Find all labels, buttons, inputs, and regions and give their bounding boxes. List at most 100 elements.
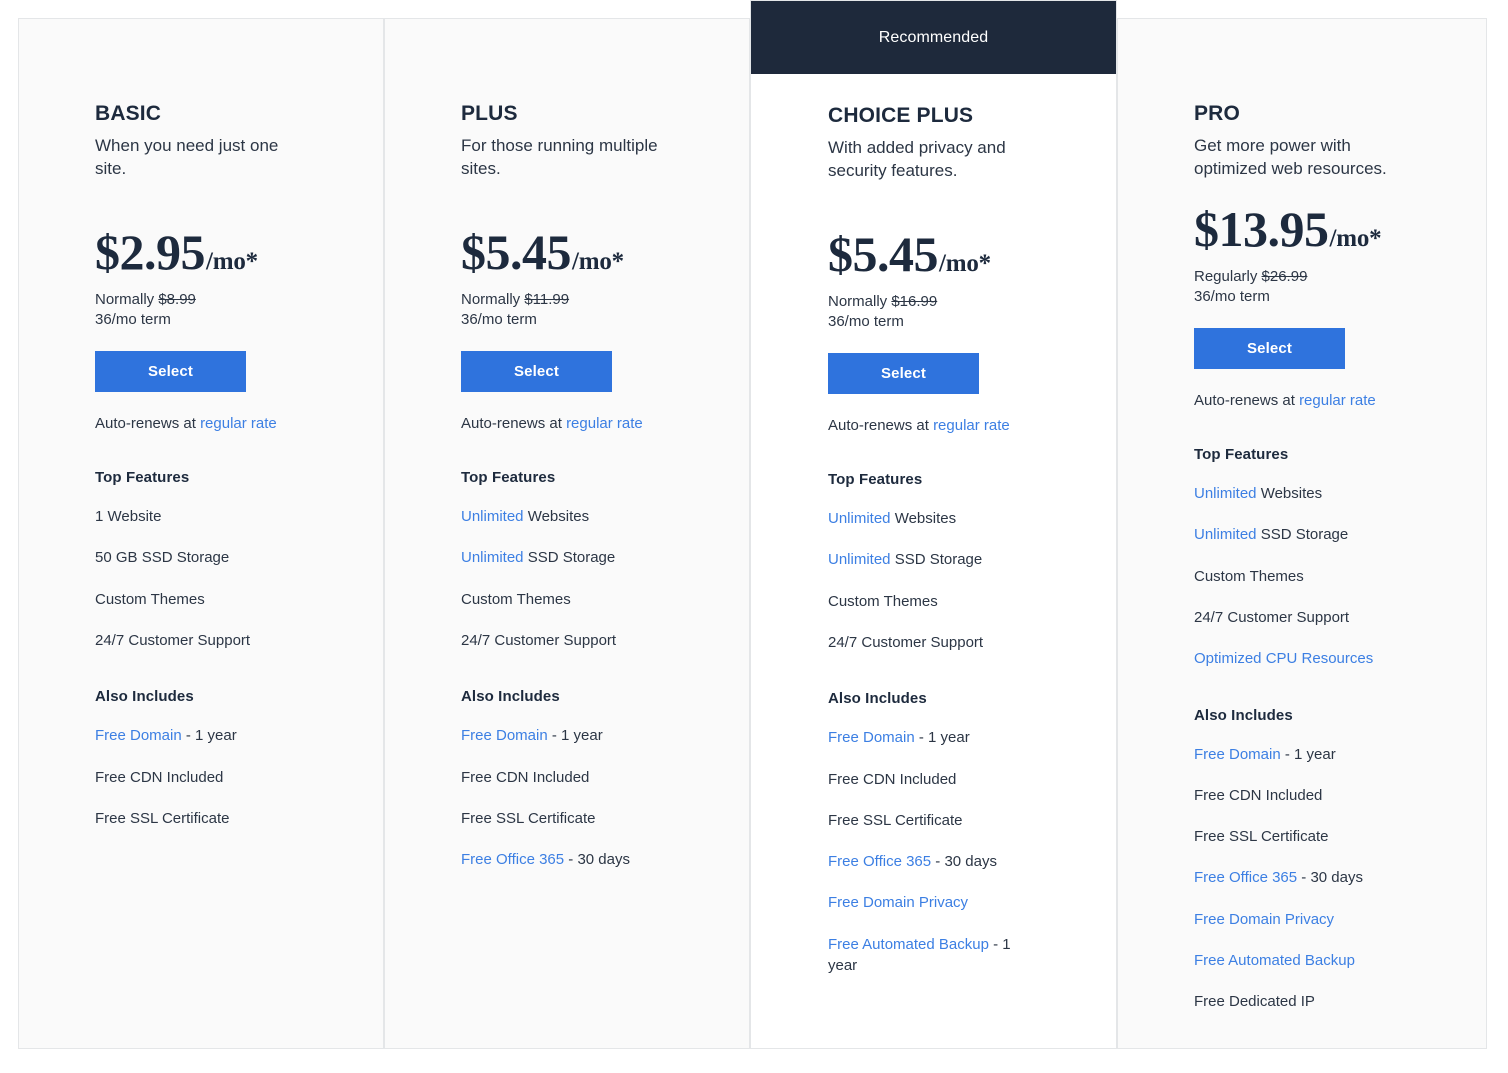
feature-highlight-link[interactable]: Free Domain Privacy bbox=[828, 894, 968, 911]
select-button[interactable]: Select bbox=[461, 351, 612, 393]
feature-highlight-link[interactable]: Free Automated Backup bbox=[1194, 952, 1355, 969]
regular-rate-link[interactable]: regular rate bbox=[200, 415, 277, 432]
feature-highlight-link[interactable]: Free Domain bbox=[828, 729, 915, 746]
feature-text: - 1 year bbox=[914, 729, 970, 747]
feature-text: 24/7 Customer Support bbox=[95, 631, 251, 649]
price-period: /mo* bbox=[1329, 224, 1382, 252]
plan-price: $2.95/mo* bbox=[95, 227, 353, 277]
term-label: 36/mo term bbox=[95, 311, 171, 329]
feature-text: 24/7 Customer Support bbox=[461, 631, 617, 649]
feature-text: Free CDN Included bbox=[828, 770, 957, 788]
original-price-line: Normally $11.99 bbox=[461, 290, 719, 311]
original-price-prefix: Normally bbox=[95, 290, 159, 308]
feature-item: 50 GB SSD Storage bbox=[95, 547, 310, 568]
feature-item: Unlimited SSD Storage bbox=[828, 549, 1043, 570]
feature-item: Free Domain - 1 year bbox=[828, 727, 1043, 748]
feature-text: Websites bbox=[523, 508, 590, 526]
original-price-value: $8.99 bbox=[158, 290, 196, 308]
original-price-prefix: Normally bbox=[461, 290, 525, 308]
auto-renew-prefix: Auto-renews at bbox=[461, 415, 567, 433]
plan-tagline: For those running multiple sites. bbox=[461, 136, 658, 179]
select-button[interactable]: Select bbox=[828, 353, 979, 395]
auto-renew-note: Auto-renews at regular rate bbox=[828, 417, 1086, 434]
top-features-group: Top Features Unlimited Websites Unlimited … bbox=[828, 471, 1086, 653]
auto-renew-note: Auto-renews at regular rate bbox=[461, 415, 719, 432]
feature-text: 24/7 Customer Support bbox=[1194, 608, 1350, 626]
feature-item: 24/7 Customer Support bbox=[461, 630, 676, 651]
price-block: $13.95/mo* Regularly $26.99 36/mo term Sele… bbox=[1194, 204, 1456, 409]
feature-highlight-link[interactable]: Optimized CPU Resources bbox=[1194, 650, 1373, 667]
feature-item: Free Domain Privacy bbox=[1194, 909, 1409, 930]
feature-item: Free CDN Included bbox=[95, 767, 310, 788]
price-block: $5.45/mo* Normally $16.99 36/mo term Select… bbox=[828, 229, 1086, 434]
feature-text: - 1 year bbox=[1280, 745, 1336, 763]
also-includes-heading: Also Includes bbox=[461, 688, 560, 706]
plan-tagline: Get more power with optimized web resour… bbox=[1194, 136, 1387, 179]
feature-item: Custom Themes bbox=[461, 589, 676, 610]
auto-renew-note: Auto-renews at regular rate bbox=[1194, 392, 1456, 409]
plan-name: CHOICE PLUS bbox=[828, 104, 974, 127]
feature-highlight-link[interactable]: Free Office 365 bbox=[461, 851, 564, 868]
feature-highlight-link[interactable]: Unlimited bbox=[461, 508, 524, 525]
feature-highlight-link[interactable]: Free Domain bbox=[95, 727, 182, 744]
original-price-value: $11.99 bbox=[524, 290, 570, 308]
original-price-value: $26.99 bbox=[1261, 267, 1308, 285]
feature-item: 24/7 Customer Support bbox=[95, 630, 310, 651]
feature-item: Free CDN Included bbox=[461, 767, 676, 788]
feature-highlight-link[interactable]: Unlimited bbox=[828, 510, 891, 527]
feature-text: Free SSL Certificate bbox=[95, 809, 230, 827]
feature-highlight-link[interactable]: Free Office 365 bbox=[1194, 869, 1297, 886]
regular-rate-link[interactable]: regular rate bbox=[566, 415, 643, 432]
plan-name: BASIC bbox=[95, 102, 162, 125]
feature-text: Custom Themes bbox=[1194, 567, 1304, 585]
also-includes-heading: Also Includes bbox=[1194, 706, 1293, 724]
price-period: /mo* bbox=[572, 247, 624, 275]
feature-item: Free SSL Certificate bbox=[95, 808, 310, 829]
select-button[interactable]: Select bbox=[1194, 328, 1345, 370]
feature-text: - 30 days bbox=[564, 851, 630, 869]
feature-item: Free Office 365 - 30 days bbox=[461, 849, 676, 870]
original-price-prefix: Normally bbox=[828, 292, 892, 310]
feature-item: Unlimited Websites bbox=[1194, 483, 1409, 504]
feature-text: - 1 year bbox=[181, 727, 237, 745]
plan-card-choice-plus: Recommended CHOICE PLUS With added privacy… bbox=[750, 0, 1117, 1049]
feature-highlight-link[interactable]: Unlimited bbox=[461, 549, 524, 566]
feature-text: Free SSL Certificate bbox=[1194, 828, 1329, 846]
feature-item: Unlimited Websites bbox=[461, 506, 676, 527]
plan-price: $13.95/mo* bbox=[1194, 204, 1456, 254]
plan-name: PLUS bbox=[461, 102, 518, 125]
term-label: 36/mo term bbox=[1194, 288, 1270, 306]
plan-card-pro: PRO Get more power with optimized web res… bbox=[1117, 18, 1487, 1049]
feature-highlight-link[interactable]: Free Domain Privacy bbox=[1194, 911, 1334, 928]
recommended-banner: Recommended bbox=[751, 1, 1116, 74]
original-price-line: Normally $16.99 bbox=[828, 292, 1086, 313]
price-amount: $5.45 bbox=[828, 225, 939, 282]
price-amount: $5.45 bbox=[461, 223, 572, 280]
feature-highlight-link[interactable]: Free Domain bbox=[461, 727, 548, 744]
select-button[interactable]: Select bbox=[95, 351, 246, 393]
feature-item: Unlimited Websites bbox=[828, 508, 1043, 529]
feature-text: Custom Themes bbox=[461, 590, 571, 608]
price-block: $5.45/mo* Normally $11.99 36/mo term Select… bbox=[461, 227, 719, 432]
also-includes-heading: Also Includes bbox=[828, 690, 927, 708]
feature-text: Custom Themes bbox=[828, 592, 938, 610]
plan-card-body: PRO Get more power with optimized web res… bbox=[1118, 19, 1486, 1048]
feature-item: Free Domain - 1 year bbox=[461, 725, 676, 746]
feature-highlight-link[interactable]: Free Automated Backup bbox=[828, 936, 989, 953]
original-price-line: Normally $8.99 bbox=[95, 290, 353, 311]
feature-highlight-link[interactable]: Unlimited bbox=[1194, 485, 1257, 502]
feature-highlight-link[interactable]: Unlimited bbox=[828, 551, 891, 568]
auto-renew-prefix: Auto-renews at bbox=[1194, 392, 1300, 410]
feature-highlight-link[interactable]: Free Domain bbox=[1194, 746, 1281, 763]
original-price-line: Regularly $26.99 bbox=[1194, 267, 1456, 288]
regular-rate-link[interactable]: regular rate bbox=[1299, 392, 1376, 409]
feature-highlight-link[interactable]: Free Office 365 bbox=[828, 853, 931, 870]
feature-highlight-link[interactable]: Unlimited bbox=[1194, 526, 1257, 543]
price-period: /mo* bbox=[939, 249, 991, 277]
feature-text: Free CDN Included bbox=[1194, 786, 1323, 804]
regular-rate-link[interactable]: regular rate bbox=[933, 417, 1010, 434]
feature-item: 1 Website bbox=[95, 506, 310, 527]
original-price-value: $16.99 bbox=[891, 292, 938, 310]
top-features-group: Top Features 1 Website 50 GB SSD Storage Cu… bbox=[95, 469, 353, 651]
plan-price: $5.45/mo* bbox=[461, 227, 719, 277]
